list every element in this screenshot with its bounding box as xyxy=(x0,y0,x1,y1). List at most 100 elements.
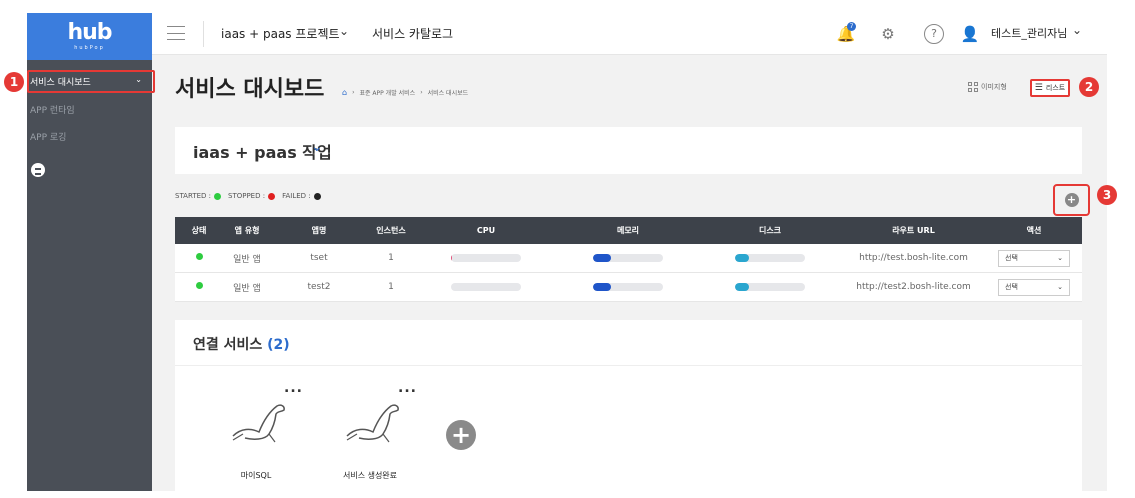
sidebar-item-app-logging[interactable]: APP 로깅 xyxy=(27,130,152,143)
action-select[interactable]: 선택 ⌄ xyxy=(998,249,1070,267)
mysql-dolphin-icon xyxy=(232,404,285,443)
disk-fill xyxy=(735,283,749,291)
app-type-cell: 일반 앱 xyxy=(233,283,261,294)
view-image-button[interactable]: 이미지형 xyxy=(968,82,1007,92)
sidebar-item-label: APP 로깅 xyxy=(30,133,67,143)
connected-services-count: (2) xyxy=(267,337,290,353)
header-instances: 인스턴스 xyxy=(376,226,406,235)
top-header: iaas + paas 프로젝트 ⌄ 서비스 카탈로그 🔔 7 ⚙ ? 👤 테스… xyxy=(152,13,1107,55)
breadcrumb-item[interactable]: 표준 APP 개발 서비스 xyxy=(359,88,415,97)
legend-stopped-label: STOPPED : xyxy=(228,192,266,200)
disk-bar xyxy=(735,283,805,291)
service-name: 마이SQL xyxy=(240,471,272,480)
service-name: 서비스 생성완료 xyxy=(342,471,398,480)
route-url-cell[interactable]: http://test2.bosh-lite.com xyxy=(841,282,986,292)
disk-cell xyxy=(699,254,841,262)
disk-fill xyxy=(735,254,749,262)
cpu-fill xyxy=(451,254,452,262)
header-route-url: 라우트 URL xyxy=(892,226,935,235)
route-url-cell[interactable]: http://test.bosh-lite.com xyxy=(841,253,986,263)
memory-fill xyxy=(593,254,611,262)
notification-badge: 7 xyxy=(847,22,856,31)
logout-icon[interactable] xyxy=(31,163,45,177)
header-app-name: 앱명 xyxy=(311,226,327,235)
connected-services-card: 연결 서비스 (2) ... 마이SQL ... 서비스 생성완료 + xyxy=(175,320,1082,491)
header-disk: 디스크 xyxy=(758,226,782,235)
service-catalog-link[interactable]: 서비스 카탈로그 xyxy=(372,25,453,42)
connected-services-header: 연결 서비스 (2) xyxy=(175,320,1082,366)
divider xyxy=(203,21,204,47)
chevron-down-icon[interactable]: ⌄ xyxy=(311,139,323,155)
failed-dot-icon xyxy=(313,192,321,200)
memory-cell xyxy=(557,254,699,262)
annotation-box-1 xyxy=(27,70,155,93)
app-table: 상태 앱 유형 앱명 인스턴스 CPU 메모리 디스크 라우트 URL 액션 일… xyxy=(175,217,1082,302)
cpu-bar xyxy=(451,254,521,262)
started-dot-icon xyxy=(214,192,221,200)
service-card-mysql[interactable]: ... 마이SQL xyxy=(201,380,311,480)
disk-bar xyxy=(735,254,805,262)
memory-cell xyxy=(557,283,699,291)
app-name-cell[interactable]: tset xyxy=(271,253,367,263)
add-service-button[interactable]: + xyxy=(446,420,476,450)
annotation-badge-1: 1 xyxy=(4,72,24,92)
instances-cell: 1 xyxy=(388,282,394,292)
project-selector[interactable]: iaas + paas 프로젝트 xyxy=(221,25,340,42)
more-options-icon[interactable]: ... xyxy=(398,380,417,396)
status-cell xyxy=(175,282,223,292)
app-name-cell[interactable]: test2 xyxy=(271,282,367,292)
chevron-down-icon: ⌄ xyxy=(1057,254,1063,262)
logo-subtext: hubPop xyxy=(74,44,105,51)
grid-icon xyxy=(968,82,978,92)
table-header: 상태 앱 유형 앱명 인스턴스 CPU 메모리 디스크 라우트 URL 액션 xyxy=(175,217,1082,244)
memory-bar xyxy=(593,254,663,262)
stopped-dot-icon xyxy=(268,192,276,200)
view-list-button[interactable]: ☰ 리스트 xyxy=(1030,79,1070,97)
chevron-down-icon: ⌄ xyxy=(1057,283,1063,291)
app-type-cell: 일반 앱 xyxy=(233,254,261,265)
view-image-label: 이미지형 xyxy=(981,83,1007,91)
action-select[interactable]: 선택 ⌄ xyxy=(998,278,1070,296)
sidebar-item-app-runtime[interactable]: APP 런타임 xyxy=(27,103,152,116)
memory-bar xyxy=(593,283,663,291)
status-legend: STARTED : STOPPED : FAILED : xyxy=(175,192,321,200)
gear-icon[interactable]: ⚙ xyxy=(878,24,898,44)
logo[interactable]: hub hubPop xyxy=(27,13,152,60)
user-icon[interactable]: 👤 xyxy=(960,24,980,44)
header-action: 액션 xyxy=(1026,226,1042,235)
username[interactable]: 테스트_관리자님 xyxy=(991,25,1067,41)
page-title: 서비스 대시보드 xyxy=(175,77,325,102)
disk-cell xyxy=(699,283,841,291)
cpu-cell xyxy=(415,254,557,262)
status-started-icon xyxy=(195,282,203,289)
action-cell: 선택 ⌄ xyxy=(986,249,1082,267)
table-row[interactable]: 일반 앱 test2 1 http://test2.bosh-lite.com … xyxy=(175,273,1082,302)
instances-cell: 1 xyxy=(388,253,394,263)
cpu-bar xyxy=(451,283,521,291)
connected-services-title: 연결 서비스 xyxy=(193,337,263,353)
annotation-badge-3: 3 xyxy=(1097,185,1117,205)
breadcrumb-separator: › xyxy=(352,89,355,96)
chevron-down-icon[interactable]: ⌄ xyxy=(1072,23,1082,37)
menu-icon[interactable] xyxy=(167,26,185,40)
table-row[interactable]: 일반 앱 tset 1 http://test.bosh-lite.com 선택… xyxy=(175,244,1082,273)
annotation-badge-2: 2 xyxy=(1079,77,1099,97)
status-started-icon xyxy=(195,253,203,260)
app-window: hub hubPop 서비스 대시보드 ⌄ APP 런타임 APP 로깅 iaa… xyxy=(27,13,1107,491)
breadcrumb-item[interactable]: 서비스 대시보드 xyxy=(428,88,469,97)
memory-fill xyxy=(593,283,611,291)
header-memory: 메모리 xyxy=(616,226,640,235)
sidebar-item-label: APP 런타임 xyxy=(30,106,75,116)
home-icon[interactable]: ⌂ xyxy=(342,88,347,97)
header-app-type: 앱 유형 xyxy=(234,226,260,235)
more-options-icon[interactable]: ... xyxy=(284,380,303,396)
logo-text: hub xyxy=(67,19,112,45)
plus-icon: + xyxy=(1064,193,1079,207)
chevron-down-icon[interactable]: ⌄ xyxy=(339,24,349,38)
service-card-created[interactable]: ... 서비스 생성완료 xyxy=(315,380,425,480)
workspace-card: iaas + paas 작업 ⌄ xyxy=(175,127,1082,174)
add-app-button[interactable]: + xyxy=(1053,184,1090,216)
help-icon[interactable]: ? xyxy=(924,24,944,44)
header-cpu: CPU xyxy=(476,226,496,235)
mysql-dolphin-icon xyxy=(346,404,399,443)
